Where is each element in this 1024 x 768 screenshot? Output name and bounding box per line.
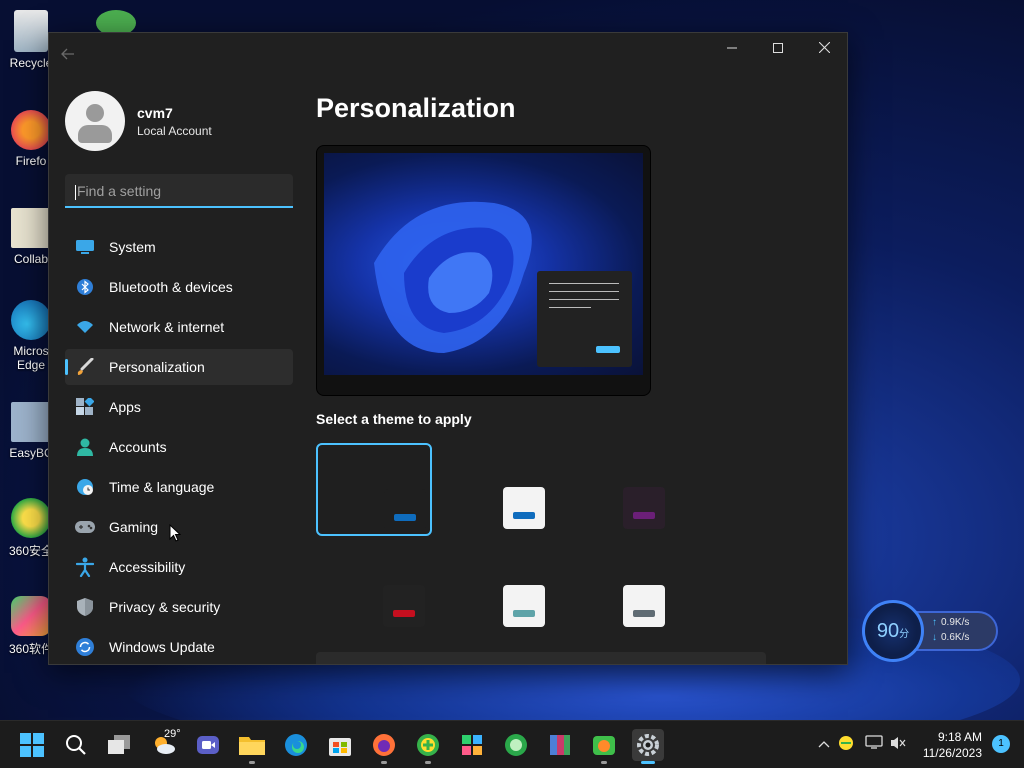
theme-option-2[interactable] [466, 443, 582, 536]
recycle-bin-icon [14, 10, 48, 52]
network-speed-widget[interactable]: ↑ 0.9K/s ↓ 0.6K/s 90分 [862, 600, 1002, 662]
mouse-cursor-icon [169, 524, 181, 542]
theme-section-label: Select a theme to apply [316, 411, 472, 427]
clock-date: 11/26/2023 [922, 746, 982, 760]
sidebar-item-network[interactable]: Network & internet [65, 309, 293, 345]
user-profile[interactable]: cvm7 Local Account [65, 91, 212, 151]
sidebar-item-personalization[interactable]: Personalization [65, 349, 293, 385]
wifi-icon [75, 317, 95, 337]
winrar-taskbar-button[interactable] [544, 729, 576, 761]
chevron-up-icon[interactable] [814, 735, 834, 755]
sidebar-item-accessibility[interactable]: Accessibility [65, 549, 293, 585]
update-icon [75, 637, 95, 657]
settings-taskbar-button[interactable] [632, 729, 664, 764]
edge-taskbar-button[interactable] [280, 729, 312, 761]
edge-icon [11, 300, 51, 340]
search-placeholder: Find a setting [77, 183, 162, 199]
sidebar-item-privacy-security[interactable]: Privacy & security [65, 589, 293, 625]
sidebar-item-accounts[interactable]: Accounts [65, 429, 293, 465]
theme-option-4[interactable] [346, 541, 462, 634]
search-input[interactable]: Find a setting [65, 174, 293, 208]
volume-muted-icon[interactable] [888, 735, 908, 755]
meet-icon [197, 736, 219, 754]
download-speed: ↓ 0.6K/s [932, 632, 970, 643]
easybcd-icon [11, 402, 51, 442]
accessibility-icon [75, 557, 95, 577]
gamepad-icon [75, 517, 95, 537]
bluetooth-icon [75, 277, 95, 297]
start-icon [20, 733, 44, 757]
certificate-icon [11, 208, 51, 248]
back-arrow-icon[interactable] [61, 47, 83, 69]
file-explorer-icon [239, 737, 265, 755]
apps-icon [75, 397, 95, 417]
360-tray-icon[interactable] [836, 735, 856, 755]
theme-preview [316, 145, 651, 396]
upload-arrow-icon: ↑ [932, 617, 937, 628]
360-software-icon [462, 735, 482, 755]
search-icon [66, 735, 86, 755]
account-type: Local Account [137, 123, 212, 138]
sidebar-item-time-language[interactable]: Time & language [65, 469, 293, 505]
globe-clock-icon [75, 477, 95, 497]
store-icon [329, 738, 351, 756]
game-taskbar-button[interactable] [588, 729, 620, 764]
theme-option-5[interactable] [466, 541, 582, 634]
score-circle: 90分 [862, 600, 924, 662]
user-name: cvm7 [137, 104, 173, 121]
network-icon[interactable] [864, 735, 884, 755]
edge-icon [285, 734, 307, 756]
theme-option-6[interactable] [586, 541, 702, 634]
settings-icon [637, 734, 659, 756]
accounts-icon [75, 437, 95, 457]
360-browser-icon [505, 734, 527, 756]
shield-icon [75, 597, 95, 617]
clock-time: 9:18 AM [937, 730, 982, 744]
sidebar-item-system[interactable]: System [65, 229, 293, 265]
game-icon [593, 736, 615, 755]
sidebar-item-apps[interactable]: Apps [65, 389, 293, 425]
taskbar-search-button[interactable] [60, 729, 92, 761]
score-value: 90 [876, 620, 900, 642]
theme-option-1[interactable] [316, 443, 432, 536]
sidebar-nav: System Bluetooth & devices Network & int… [65, 229, 293, 664]
360-software-icon [11, 596, 51, 636]
360-security-icon [417, 734, 439, 756]
meet-button[interactable] [192, 729, 224, 761]
system-icon [75, 237, 95, 257]
sidebar-item-windows-update[interactable]: Windows Update [65, 629, 293, 664]
score-unit: 分 [899, 629, 910, 640]
sidebar-item-bluetooth[interactable]: Bluetooth & devices [65, 269, 293, 305]
download-arrow-icon: ↓ [932, 632, 937, 643]
brush-icon [75, 357, 95, 377]
360-security-taskbar-button[interactable] [412, 729, 444, 764]
task-view-button[interactable] [104, 729, 136, 761]
start-button[interactable] [16, 729, 48, 761]
upload-speed: ↑ 0.9K/s [932, 617, 970, 628]
firefox-taskbar-button[interactable] [368, 729, 400, 764]
avatar [65, 91, 125, 151]
task-view-icon [108, 735, 130, 754]
firefox-icon [11, 110, 51, 150]
settings-window: cvm7 Local Account Find a setting System… [48, 32, 848, 665]
sample-window [537, 271, 632, 367]
theme-option-3[interactable] [586, 443, 702, 536]
file-explorer-button[interactable] [236, 729, 268, 764]
winrar-icon [550, 735, 570, 755]
page-title: Personalization [316, 93, 516, 123]
firefox-icon [373, 734, 395, 756]
clock[interactable]: 9:18 AM 11/26/2023 [923, 729, 982, 761]
360-software-taskbar-button[interactable] [456, 729, 488, 761]
taskbar: 29° 9:18 AM 11/26/2023 1 [0, 720, 1024, 768]
notification-badge[interactable]: 1 [992, 735, 1010, 753]
360-security-icon [11, 498, 51, 538]
store-button[interactable] [324, 729, 356, 761]
content-pane: Personalization Select a theme to apply [316, 33, 847, 664]
weather-temperature: 29° [164, 728, 181, 740]
360-browser-taskbar-button[interactable] [500, 729, 532, 761]
next-setting-card[interactable] [316, 652, 766, 664]
